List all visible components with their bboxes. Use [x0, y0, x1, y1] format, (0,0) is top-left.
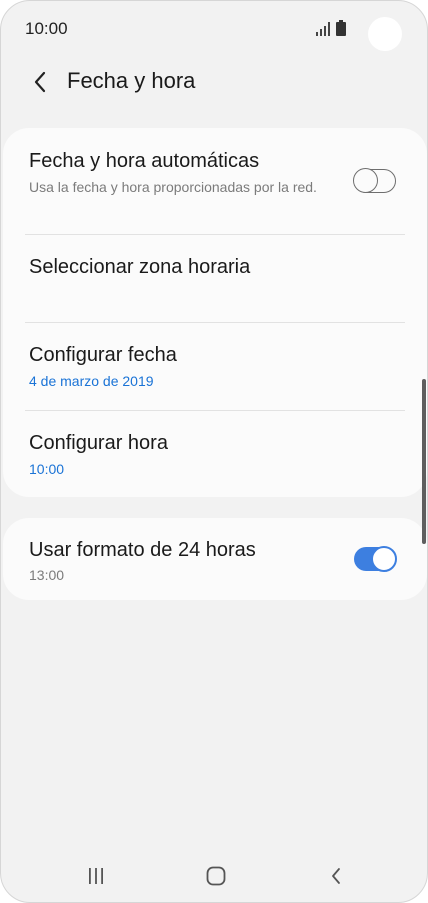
set-time-title: Configurar hora	[29, 432, 168, 454]
signal-icon	[316, 22, 330, 36]
timezone-row[interactable]: Seleccionar zona horaria	[3, 235, 427, 322]
set-date-title: Configurar fecha	[29, 344, 177, 366]
auto-datetime-title: Fecha y hora automáticas	[29, 150, 260, 172]
chevron-left-icon	[34, 71, 46, 93]
nav-back-button[interactable]	[319, 863, 353, 889]
set-time-value: 10:00	[29, 461, 65, 477]
back-icon	[332, 868, 340, 884]
format-24h-toggle[interactable]	[354, 546, 397, 572]
status-bar: 10:00	[1, 1, 427, 59]
auto-datetime-subtitle: Usa la fecha y hora proporcionadas por l…	[29, 179, 317, 195]
scrollbar[interactable]	[422, 379, 426, 544]
set-date-row[interactable]: Configurar fecha 4 de marzo de 2019	[3, 323, 427, 410]
auto-datetime-row[interactable]: Fecha y hora automáticas Usa la fecha y …	[3, 128, 427, 234]
format-24h-value: 13:00	[29, 567, 65, 583]
back-button[interactable]	[23, 65, 57, 99]
home-icon	[206, 866, 226, 886]
datetime-settings-card: Fecha y hora automáticas Usa la fecha y …	[3, 128, 427, 497]
phone-screen: 10:00 Fecha y hora Fecha y hora automáti…	[0, 0, 428, 903]
timezone-title: Seleccionar zona horaria	[29, 256, 251, 278]
set-time-row[interactable]: Configurar hora 10:00	[3, 411, 427, 497]
status-time: 10:00	[25, 19, 68, 38]
toggle-knob	[353, 168, 378, 193]
format-24h-row[interactable]: Usar formato de 24 horas 13:00	[3, 518, 427, 600]
header: Fecha y hora	[1, 59, 427, 105]
auto-datetime-toggle[interactable]	[353, 168, 396, 193]
format-24h-title: Usar formato de 24 horas	[29, 539, 256, 561]
toggle-knob	[371, 546, 397, 572]
page-title: Fecha y hora	[67, 68, 196, 93]
navigation-bar	[1, 851, 427, 901]
format-settings-card: Usar formato de 24 horas 13:00	[3, 518, 427, 600]
battery-icon	[336, 20, 346, 36]
set-date-value: 4 de marzo de 2019	[29, 373, 154, 389]
recents-icon	[89, 868, 103, 884]
home-button[interactable]	[199, 863, 233, 889]
camera-cutout	[368, 17, 402, 51]
recents-button[interactable]	[79, 863, 113, 889]
